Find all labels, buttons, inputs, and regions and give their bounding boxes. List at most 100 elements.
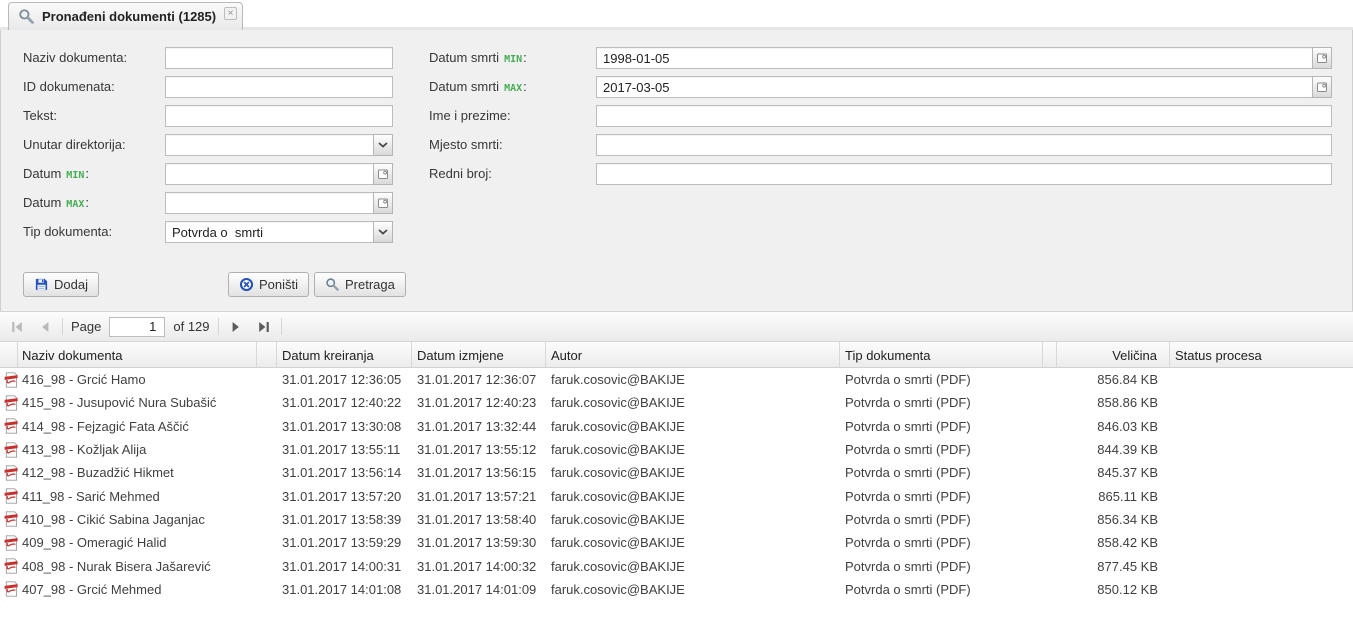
column-header-status[interactable]: Status procesa bbox=[1170, 342, 1353, 368]
datum-smrti-max-input[interactable] bbox=[596, 76, 1313, 98]
last-page-icon[interactable] bbox=[253, 316, 275, 338]
size-cell: 856.34 KB bbox=[1057, 508, 1170, 531]
calendar-icon[interactable] bbox=[373, 192, 393, 214]
row-icon-cell bbox=[0, 415, 18, 438]
table-row[interactable]: 410_98 - Cikić Sabina Jaganjac 31.01.201… bbox=[0, 508, 1353, 531]
tip-dokumenta-combo[interactable] bbox=[165, 221, 374, 243]
created-date-cell: 31.01.2017 13:56:14 bbox=[277, 461, 412, 484]
spacer-cell bbox=[1043, 531, 1057, 554]
table-row[interactable]: 414_98 - Fejzagić Fata Aščić 31.01.2017 … bbox=[0, 415, 1353, 438]
row-icon-cell bbox=[0, 438, 18, 461]
pagination-toolbar: Page of 129 bbox=[0, 311, 1353, 342]
size-cell: 850.12 KB bbox=[1057, 578, 1170, 601]
size-cell: 865.11 KB bbox=[1057, 484, 1170, 507]
column-header-izmjene[interactable]: Datum izmjene bbox=[412, 342, 546, 368]
document-type-cell: Potvrda o smrti (PDF) bbox=[840, 554, 1043, 577]
process-status-cell bbox=[1170, 578, 1353, 601]
modified-date-cell: 31.01.2017 12:40:23 bbox=[412, 391, 546, 414]
datum-smrti-min-label: Datum smrtiMIN: bbox=[429, 47, 527, 69]
ponisti-button[interactable]: Poništi bbox=[228, 272, 309, 297]
search-icon bbox=[18, 8, 35, 25]
spacer-cell bbox=[257, 578, 277, 601]
document-name-cell: 413_98 - Kožljak Alija bbox=[18, 438, 257, 461]
document-type-cell: Potvrda o smrti (PDF) bbox=[840, 508, 1043, 531]
spacer-cell bbox=[257, 508, 277, 531]
search-form-panel: Naziv dokumenta: ID dokumenata: Tekst: U… bbox=[0, 30, 1353, 311]
table-row[interactable]: 415_98 - Jusupović Nura Subašić 31.01.20… bbox=[0, 391, 1353, 414]
calendar-icon[interactable] bbox=[1312, 47, 1332, 69]
modified-date-cell: 31.01.2017 13:59:30 bbox=[412, 531, 546, 554]
tekst-input[interactable] bbox=[165, 105, 393, 127]
document-search-app: Pronađeni dokumenti (1285) × Naziv dokum… bbox=[0, 0, 1353, 621]
calendar-icon[interactable] bbox=[1312, 76, 1332, 98]
datum-max-input[interactable] bbox=[165, 192, 374, 214]
table-row[interactable]: 416_98 - Grcić Hamo 31.01.2017 12:36:05 … bbox=[0, 368, 1353, 391]
column-header-naziv[interactable]: Naziv dokumenta bbox=[18, 342, 257, 368]
dodaj-button-label: Dodaj bbox=[54, 277, 88, 292]
table-row[interactable]: 413_98 - Kožljak Alija 31.01.2017 13:55:… bbox=[0, 438, 1353, 461]
spacer-cell bbox=[1043, 508, 1057, 531]
first-page-icon bbox=[6, 316, 28, 338]
column-header-kreiranja[interactable]: Datum kreiranja bbox=[277, 342, 412, 368]
created-date-cell: 31.01.2017 12:40:22 bbox=[277, 391, 412, 414]
table-row[interactable]: 412_98 - Buzadžić Hikmet 31.01.2017 13:5… bbox=[0, 461, 1353, 484]
datum-smrti-min-input[interactable] bbox=[596, 47, 1313, 69]
spacer-cell bbox=[257, 415, 277, 438]
close-icon[interactable]: × bbox=[224, 7, 237, 20]
spacer-cell bbox=[257, 438, 277, 461]
table-row[interactable]: 411_98 - Sarić Mehmed 31.01.2017 13:57:2… bbox=[0, 484, 1353, 507]
modified-date-cell: 31.01.2017 12:36:07 bbox=[412, 368, 546, 391]
spacer-cell bbox=[1043, 391, 1057, 414]
table-row[interactable]: 407_98 - Grcić Mehmed 31.01.2017 14:01:0… bbox=[0, 578, 1353, 601]
dodaj-button[interactable]: Dodaj bbox=[23, 272, 99, 297]
document-type-cell: Potvrda o smrti (PDF) bbox=[840, 415, 1043, 438]
pretraga-button[interactable]: Pretraga bbox=[314, 272, 406, 297]
document-name-cell: 415_98 - Jusupović Nura Subašić bbox=[18, 391, 257, 414]
document-name-cell: 416_98 - Grcić Hamo bbox=[18, 368, 257, 391]
spacer-cell bbox=[257, 554, 277, 577]
column-header-velicina[interactable]: Veličina bbox=[1057, 342, 1170, 368]
naziv-dokumenta-input[interactable] bbox=[165, 47, 393, 69]
chevron-down-icon[interactable] bbox=[373, 221, 393, 243]
save-icon bbox=[34, 277, 49, 292]
created-date-cell: 31.01.2017 13:58:39 bbox=[277, 508, 412, 531]
pdf-icon bbox=[3, 535, 18, 551]
column-header-autor[interactable]: Autor bbox=[546, 342, 840, 368]
spacer-cell bbox=[1043, 415, 1057, 438]
size-cell: 858.86 KB bbox=[1057, 391, 1170, 414]
mjesto-smrti-input[interactable] bbox=[596, 134, 1332, 156]
column-header-tip[interactable]: Tip dokumenta bbox=[840, 342, 1043, 368]
tab-strip: Pronađeni dokumenti (1285) × bbox=[0, 0, 1353, 30]
process-status-cell bbox=[1170, 531, 1353, 554]
spacer-cell bbox=[257, 531, 277, 554]
pretraga-button-label: Pretraga bbox=[345, 277, 395, 292]
id-dokumenata-input[interactable] bbox=[165, 76, 393, 98]
spacer-cell bbox=[257, 461, 277, 484]
calendar-icon[interactable] bbox=[373, 163, 393, 185]
modified-date-cell: 31.01.2017 13:32:44 bbox=[412, 415, 546, 438]
size-cell: 846.03 KB bbox=[1057, 415, 1170, 438]
table-row[interactable]: 408_98 - Nurak Bisera Jašarević 31.01.20… bbox=[0, 554, 1353, 577]
datum-min-input[interactable] bbox=[165, 163, 374, 185]
row-icon-cell bbox=[0, 391, 18, 414]
tab-pronadjeni-dokumenti[interactable]: Pronađeni dokumenti (1285) × bbox=[8, 2, 243, 30]
author-cell: faruk.cosovic@BAKIJE bbox=[546, 415, 840, 438]
document-name-cell: 409_98 - Omeragić Halid bbox=[18, 531, 257, 554]
pdf-icon bbox=[3, 558, 18, 574]
redni-broj-input[interactable] bbox=[596, 163, 1332, 185]
row-icon-cell bbox=[0, 531, 18, 554]
unutar-direktorija-combo[interactable] bbox=[165, 134, 374, 156]
size-cell: 858.42 KB bbox=[1057, 531, 1170, 554]
mjesto-smrti-label: Mjesto smrti: bbox=[429, 134, 503, 156]
document-type-cell: Potvrda o smrti (PDF) bbox=[840, 368, 1043, 391]
page-number-input[interactable] bbox=[109, 317, 165, 337]
table-row[interactable]: 409_98 - Omeragić Halid 31.01.2017 13:59… bbox=[0, 531, 1353, 554]
chevron-down-icon[interactable] bbox=[373, 134, 393, 156]
process-status-cell bbox=[1170, 391, 1353, 414]
datum-max-label: DatumMAX: bbox=[23, 192, 89, 214]
created-date-cell: 31.01.2017 13:55:11 bbox=[277, 438, 412, 461]
ime-i-prezime-input[interactable] bbox=[596, 105, 1332, 127]
next-page-icon[interactable] bbox=[225, 316, 247, 338]
spacer-cell bbox=[1043, 484, 1057, 507]
document-name-cell: 410_98 - Cikić Sabina Jaganjac bbox=[18, 508, 257, 531]
